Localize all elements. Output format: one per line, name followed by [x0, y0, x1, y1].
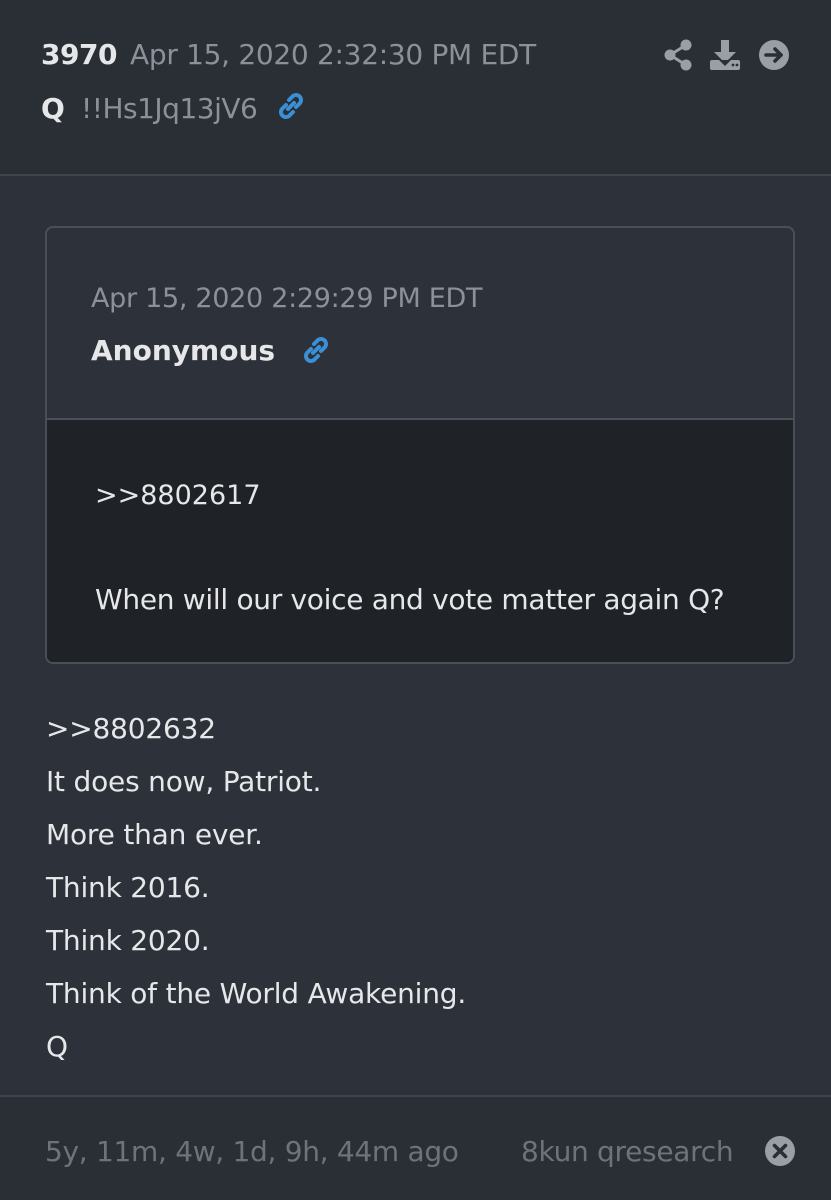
- download-icon[interactable]: [708, 38, 742, 72]
- message-reference[interactable]: >>8802632: [46, 708, 466, 761]
- elapsed-time: 5y, 11m, 4w, 1d, 9h, 44m ago: [45, 1135, 459, 1168]
- quoted-post: Apr 15, 2020 2:29:29 PM EDT Anonymous >>…: [45, 226, 795, 664]
- message-line: More than ever.: [46, 818, 263, 851]
- share-icon[interactable]: [661, 38, 695, 72]
- quoted-post-reference[interactable]: >>8802617: [95, 480, 261, 511]
- post-author: Q: [41, 92, 65, 125]
- post-source: 8kun qresearch: [521, 1135, 734, 1168]
- post-date: Apr 15, 2020 2:32:30 PM EDT: [130, 38, 536, 71]
- post-footer: 5y, 11m, 4w, 1d, 9h, 44m ago 8kun qresea…: [0, 1095, 831, 1200]
- post-number[interactable]: 3970: [41, 38, 117, 71]
- arrow-right-circle-icon[interactable]: [757, 38, 791, 72]
- link-icon[interactable]: [299, 333, 333, 367]
- quoted-post-date: Apr 15, 2020 2:29:29 PM EDT: [91, 283, 483, 314]
- post-card: 3970 Apr 15, 2020 2:32:30 PM EDT Q !!Hs1…: [0, 0, 831, 1200]
- message-line: Think of the World Awakening.: [46, 977, 467, 1010]
- post-message: >>8802632 It does now, Patriot. More tha…: [46, 708, 466, 1079]
- quoted-post-text: When will our voice and vote matter agai…: [95, 583, 725, 616]
- message-line: It does now, Patriot.: [46, 765, 322, 798]
- quoted-post-author: Anonymous: [91, 334, 276, 367]
- link-icon[interactable]: [274, 89, 308, 123]
- message-signature: Q: [46, 1030, 68, 1063]
- quoted-post-header: Apr 15, 2020 2:29:29 PM EDT Anonymous: [47, 228, 793, 420]
- post-header: 3970 Apr 15, 2020 2:32:30 PM EDT Q !!Hs1…: [0, 0, 831, 176]
- post-tripcode: !!Hs1Jq13jV6: [81, 92, 258, 125]
- message-line: Think 2020.: [46, 924, 210, 957]
- quoted-post-body: >>8802617 When will our voice and vote m…: [47, 420, 793, 662]
- close-circle-icon[interactable]: [764, 1135, 796, 1167]
- message-line: Think 2016.: [46, 871, 210, 904]
